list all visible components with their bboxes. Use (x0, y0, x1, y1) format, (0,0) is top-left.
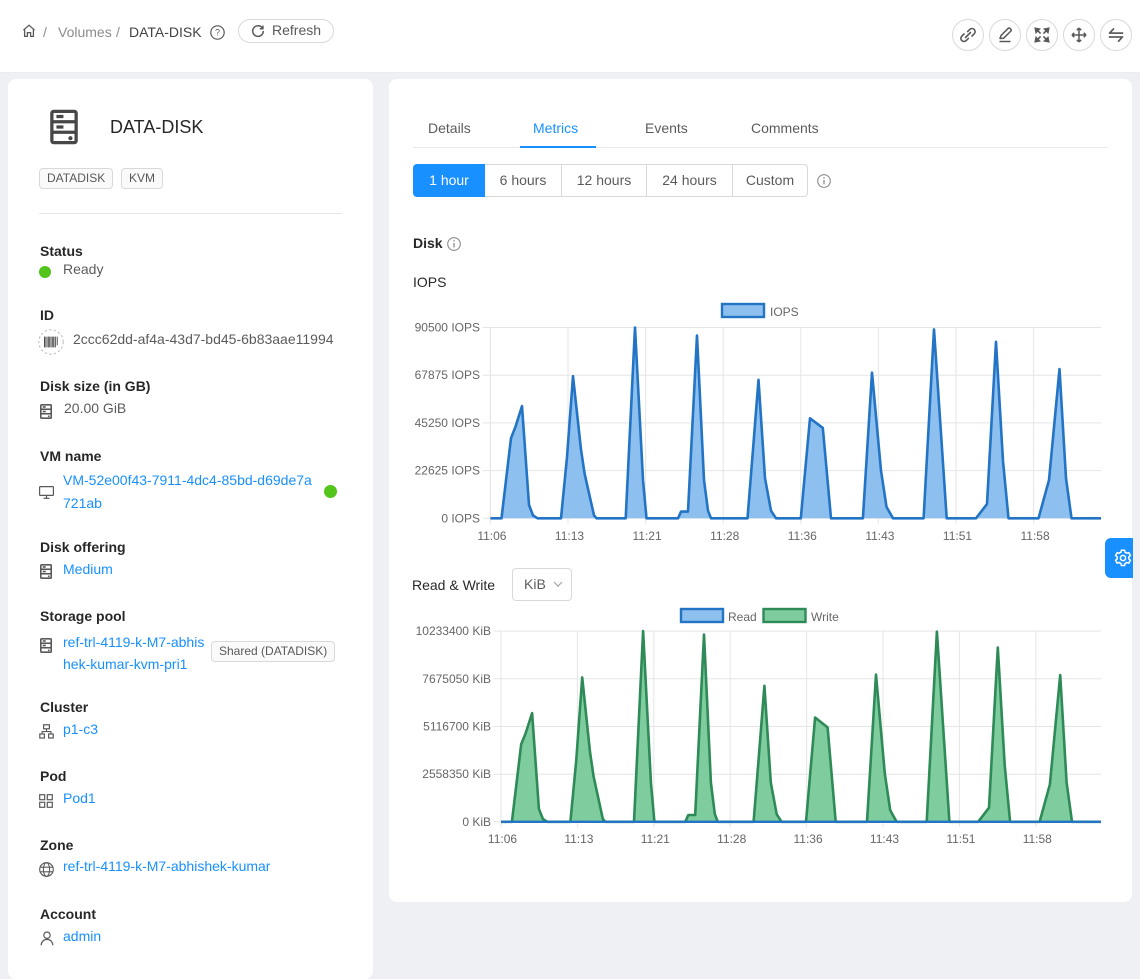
svg-text:?: ? (215, 28, 220, 38)
